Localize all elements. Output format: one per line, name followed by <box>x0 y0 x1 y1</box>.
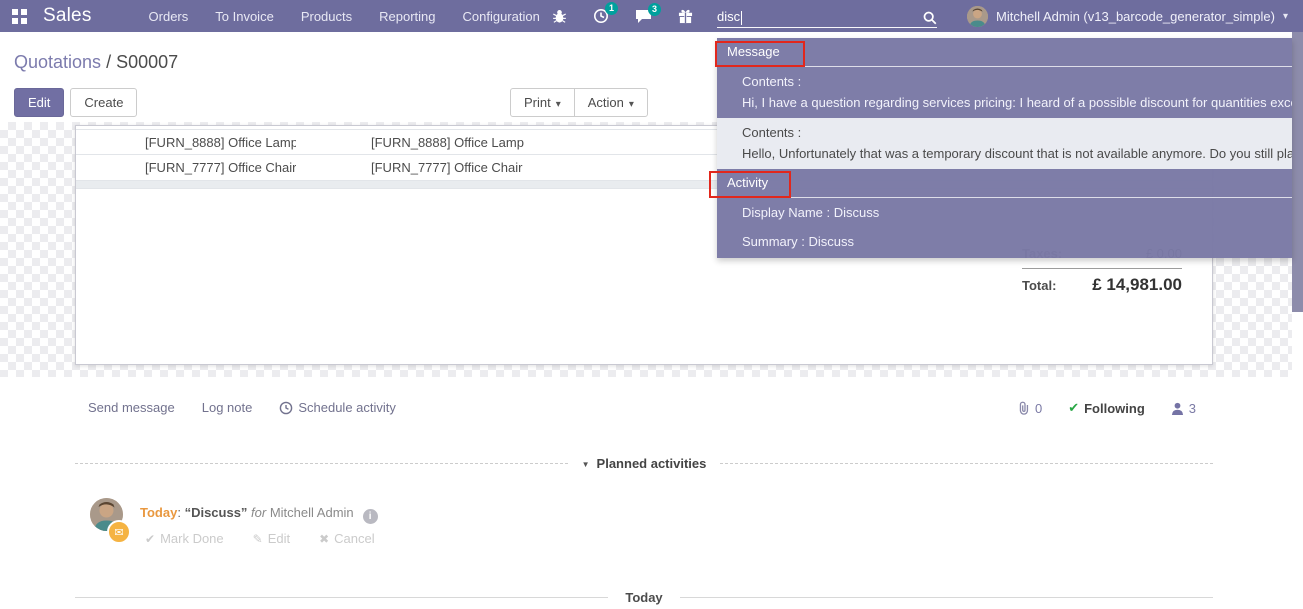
followers-button[interactable]: 3 <box>1171 401 1196 416</box>
description-cell: [FURN_7777] Office Chair <box>296 155 523 180</box>
chatter-actions: Send message Log note Schedule activity <box>88 400 396 415</box>
edit-button[interactable]: Edit <box>14 88 64 117</box>
following-button[interactable]: ✔ Following <box>1068 400 1145 416</box>
chevron-down-icon: ▾ <box>556 99 561 110</box>
menu-configuration[interactable]: Configuration <box>463 9 540 24</box>
clock-icon <box>279 401 293 415</box>
check-icon: ✔ <box>145 532 155 546</box>
activity-summary: Today: “Discuss” for Mitchell Admini <box>140 505 378 524</box>
paperclip-icon <box>1017 401 1030 415</box>
breadcrumb: Quotations / S00007 <box>14 52 178 73</box>
mark-done-button[interactable]: ✔Mark Done <box>145 531 224 546</box>
today-divider: Today <box>75 590 1213 605</box>
person-icon <box>1171 402 1184 415</box>
odoo-sales-app: Sales Orders To Invoice Products Reporti… <box>0 0 1303 609</box>
envelope-icon: ✉ <box>114 526 123 539</box>
activity-assignee: Mitchell Admin <box>270 505 354 520</box>
text-cursor <box>741 11 742 25</box>
x-icon: ✖ <box>319 532 329 546</box>
create-button[interactable]: Create <box>70 88 137 117</box>
planned-activities-divider: ▼Planned activities <box>75 456 1213 471</box>
menu-to-invoice[interactable]: To Invoice <box>215 9 274 24</box>
triangle-down-icon: ▼ <box>582 460 590 469</box>
send-message-button[interactable]: Send message <box>88 400 175 415</box>
global-search-input[interactable]: disc <box>717 4 937 28</box>
activity-tools: ✔Mark Done ✎Edit ✖Cancel <box>145 531 375 546</box>
apps-menu-icon[interactable] <box>10 7 28 25</box>
vertical-scrollbar[interactable] <box>1292 32 1303 609</box>
cancel-activity-button[interactable]: ✖Cancel <box>319 531 375 546</box>
chevron-down-icon: ▾ <box>629 99 634 110</box>
search-result-message-2[interactable]: Contents : Hello, Unfortunately that was… <box>717 118 1292 169</box>
info-icon[interactable]: i <box>363 509 378 524</box>
log-note-button[interactable]: Log note <box>202 400 253 415</box>
activities-clock-icon[interactable]: 1 <box>593 8 609 24</box>
activity-type-badge: ✉ <box>107 520 131 544</box>
navbar-menu: Orders To Invoice Products Reporting Con… <box>149 9 540 24</box>
search-result-activity-display-name[interactable]: Display Name : Discuss <box>717 198 1292 227</box>
search-result-message-1[interactable]: Contents : Hi, I have a question regardi… <box>717 67 1292 118</box>
print-action-group: Print▾ Action▾ <box>510 88 648 117</box>
form-buttons: Edit Create <box>14 88 137 117</box>
breadcrumb-separator: / <box>101 52 116 72</box>
user-name-label: Mitchell Admin (v13_barcode_generator_si… <box>996 9 1275 24</box>
menu-reporting[interactable]: Reporting <box>379 9 435 24</box>
search-results-dropdown: Message Contents : Hi, I have a question… <box>717 38 1292 258</box>
activity-title: “Discuss” <box>185 505 248 520</box>
messages-chat-icon[interactable]: 3 <box>635 9 652 24</box>
today-divider-label: Today <box>608 590 679 605</box>
chatter: Send message Log note Schedule activity … <box>0 377 1303 609</box>
product-cell: [FURN_7777] Office Chair <box>76 155 296 180</box>
menu-products[interactable]: Products <box>301 9 352 24</box>
edit-activity-button[interactable]: ✎Edit <box>253 531 290 546</box>
attachments-button[interactable]: 0 <box>1017 401 1042 416</box>
action-dropdown-button[interactable]: Action▾ <box>574 88 648 117</box>
breadcrumb-current: S00007 <box>116 52 178 72</box>
total-value: £ 14,981.00 <box>1092 275 1182 295</box>
search-result-activity-summary[interactable]: Summary : Discuss <box>717 227 1292 256</box>
debug-bug-icon[interactable] <box>552 9 567 24</box>
breadcrumb-quotations-link[interactable]: Quotations <box>14 52 101 72</box>
systray: 1 3 <box>552 0 693 32</box>
top-navbar: Sales Orders To Invoice Products Reporti… <box>0 0 1303 32</box>
app-brand-sales[interactable]: Sales <box>43 5 92 27</box>
pencil-icon: ✎ <box>253 532 263 546</box>
planned-activities-toggle[interactable]: ▼Planned activities <box>568 456 721 471</box>
chatter-stats: 0 ✔ Following 3 <box>1017 400 1196 416</box>
follower-count: 3 <box>1189 401 1196 416</box>
product-cell: [FURN_8888] Office Lamp <box>76 130 296 154</box>
navbar-left: Sales Orders To Invoice Products Reporti… <box>0 0 540 32</box>
messages-count-badge: 3 <box>648 3 661 16</box>
search-icon[interactable] <box>923 11 937 25</box>
print-dropdown-button[interactable]: Print▾ <box>510 88 575 117</box>
scrollbar-thumb[interactable] <box>1292 32 1303 312</box>
totals-separator <box>1022 268 1182 269</box>
activities-count-badge: 1 <box>605 2 618 15</box>
total-row: Total: £ 14,981.00 <box>1022 275 1182 297</box>
attachment-count: 0 <box>1035 401 1042 416</box>
gift-icon[interactable] <box>678 9 693 24</box>
total-label: Total: <box>1022 278 1056 293</box>
schedule-activity-button[interactable]: Schedule activity <box>279 400 396 415</box>
search-section-activity: Activity <box>717 169 1292 198</box>
search-section-message: Message <box>717 38 1292 67</box>
chevron-down-icon: ▾ <box>1283 11 1288 22</box>
check-icon: ✔ <box>1068 400 1079 416</box>
menu-orders[interactable]: Orders <box>149 9 189 24</box>
user-menu[interactable]: Mitchell Admin (v13_barcode_generator_si… <box>967 0 1288 32</box>
user-avatar <box>967 6 988 27</box>
search-query-text: disc <box>717 9 740 25</box>
description-cell: [FURN_8888] Office Lamp <box>296 130 524 154</box>
activity-due-date: Today <box>140 505 177 520</box>
